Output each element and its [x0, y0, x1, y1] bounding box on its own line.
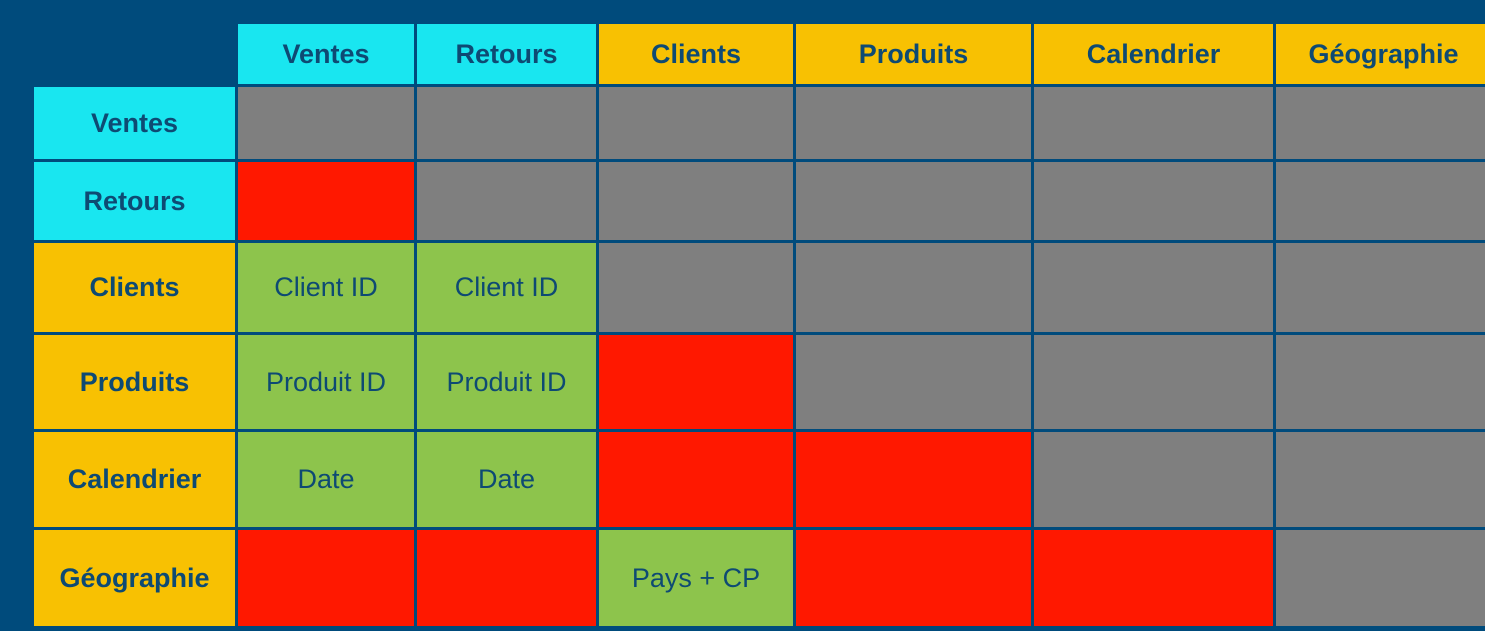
column-header-retours: Retours — [417, 24, 596, 84]
cell-geographie-ventes — [238, 530, 414, 626]
matrix-corner — [34, 24, 235, 84]
cell-ventes-geographie — [1276, 87, 1485, 159]
cell-ventes-calendrier — [1034, 87, 1273, 159]
cell-produits-calendrier — [1034, 335, 1273, 429]
cell-ventes-ventes — [238, 87, 414, 159]
cell-calendrier-ventes: Date — [238, 432, 414, 527]
row-header-produits: Produits — [34, 335, 235, 429]
row-header-geographie: Géographie — [34, 530, 235, 626]
cell-geographie-clients: Pays + CP — [599, 530, 793, 626]
cell-retours-clients — [599, 162, 793, 240]
cell-produits-ventes: Produit ID — [238, 335, 414, 429]
cell-clients-clients — [599, 243, 793, 332]
cell-retours-geographie — [1276, 162, 1485, 240]
column-header-produits: Produits — [796, 24, 1031, 84]
cell-clients-produits — [796, 243, 1031, 332]
relationship-matrix: Ventes Retours Clients Produits Calendri… — [34, 24, 1485, 626]
cell-geographie-produits — [796, 530, 1031, 626]
cell-calendrier-produits — [796, 432, 1031, 527]
cell-calendrier-geographie — [1276, 432, 1485, 527]
cell-ventes-retours — [417, 87, 596, 159]
cell-clients-calendrier — [1034, 243, 1273, 332]
row-header-calendrier: Calendrier — [34, 432, 235, 527]
column-header-geographie: Géographie — [1276, 24, 1485, 84]
cell-retours-produits — [796, 162, 1031, 240]
cell-retours-ventes — [238, 162, 414, 240]
cell-ventes-clients — [599, 87, 793, 159]
cell-retours-calendrier — [1034, 162, 1273, 240]
cell-produits-clients — [599, 335, 793, 429]
cell-geographie-retours — [417, 530, 596, 626]
column-header-ventes: Ventes — [238, 24, 414, 84]
cell-ventes-produits — [796, 87, 1031, 159]
cell-calendrier-clients — [599, 432, 793, 527]
cell-clients-ventes: Client ID — [238, 243, 414, 332]
cell-produits-produits — [796, 335, 1031, 429]
column-header-calendrier: Calendrier — [1034, 24, 1273, 84]
cell-calendrier-calendrier — [1034, 432, 1273, 527]
cell-geographie-geographie — [1276, 530, 1485, 626]
cell-produits-retours: Produit ID — [417, 335, 596, 429]
row-header-clients: Clients — [34, 243, 235, 332]
cell-retours-retours — [417, 162, 596, 240]
cell-geographie-calendrier — [1034, 530, 1273, 626]
row-header-retours: Retours — [34, 162, 235, 240]
cell-calendrier-retours: Date — [417, 432, 596, 527]
cell-clients-retours: Client ID — [417, 243, 596, 332]
column-header-clients: Clients — [599, 24, 793, 84]
cell-clients-geographie — [1276, 243, 1485, 332]
row-header-ventes: Ventes — [34, 87, 235, 159]
cell-produits-geographie — [1276, 335, 1485, 429]
